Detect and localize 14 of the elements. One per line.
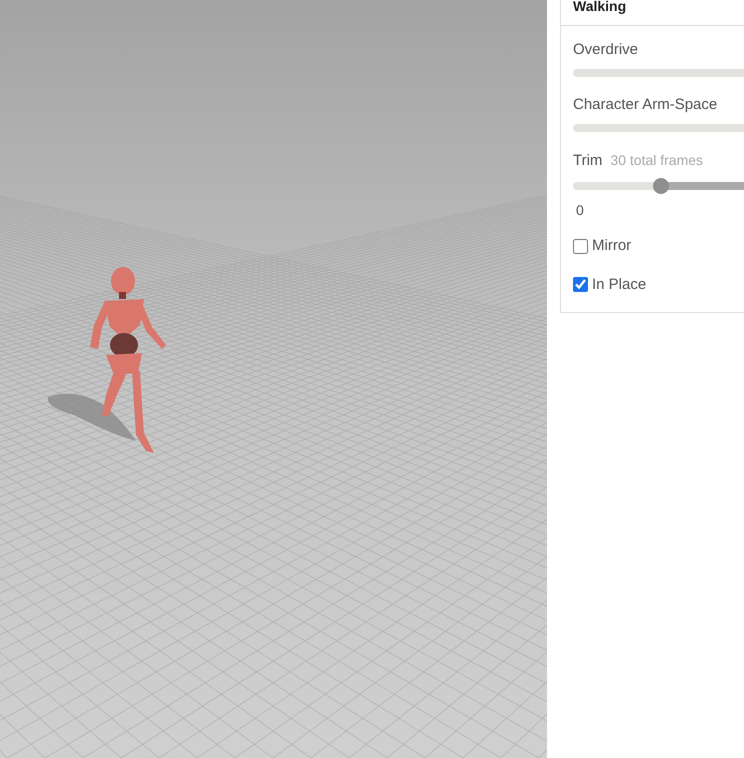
trim-label: Trim bbox=[573, 151, 602, 171]
panel-title: Walking bbox=[573, 0, 626, 13]
slider-label: Character Arm-Space bbox=[573, 95, 718, 115]
slider-thumb[interactable] bbox=[652, 178, 668, 194]
checkbox-label: Mirror bbox=[592, 236, 632, 256]
checkbox[interactable] bbox=[573, 277, 588, 292]
slider-track[interactable] bbox=[573, 124, 744, 132]
checkbox-label: In Place bbox=[592, 274, 646, 294]
checkbox[interactable] bbox=[573, 238, 588, 254]
slider-track[interactable] bbox=[573, 69, 744, 77]
slider-label: Overdrive bbox=[573, 40, 640, 60]
trim-slider[interactable] bbox=[573, 178, 744, 194]
frame-count: 30 total frames bbox=[610, 151, 704, 170]
trim-value: 0 bbox=[576, 201, 585, 220]
